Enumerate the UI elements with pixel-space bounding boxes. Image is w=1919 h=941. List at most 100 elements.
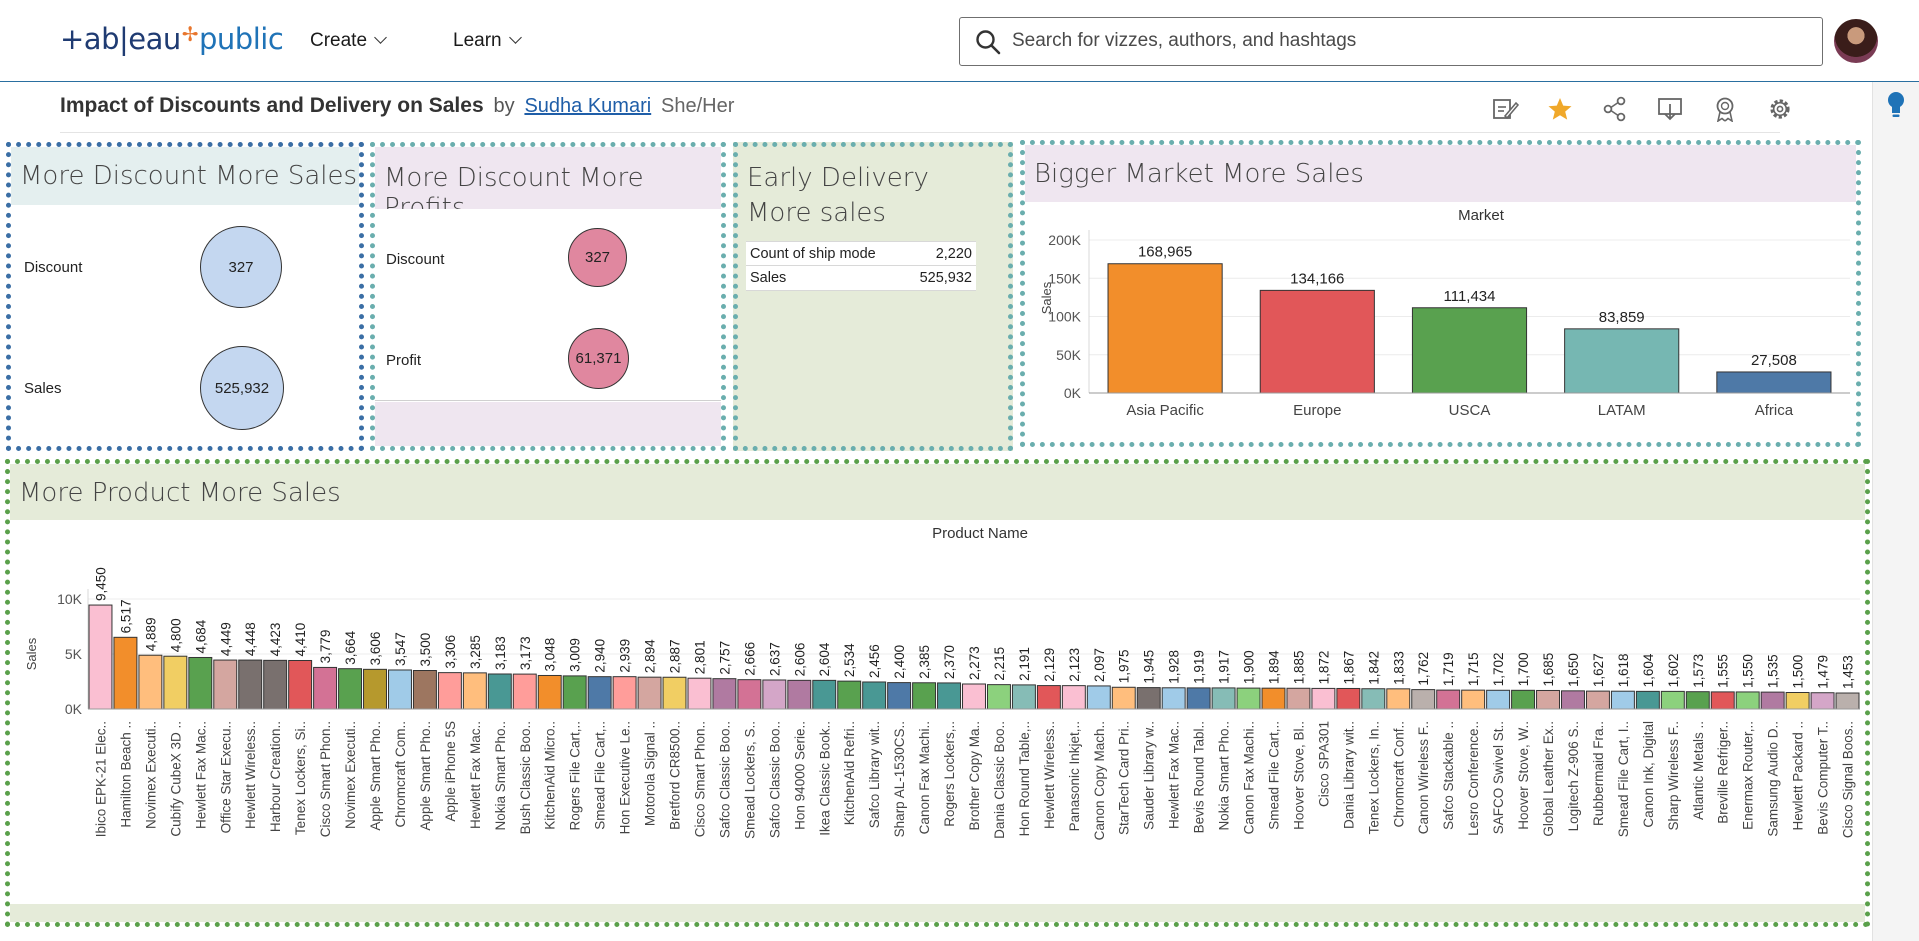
bar	[762, 679, 787, 710]
profit-circle: 61,371	[568, 328, 629, 389]
discount-value: 327	[584, 249, 611, 266]
category-label: Europe	[1293, 402, 1341, 419]
favorite-star-icon[interactable]	[1546, 96, 1574, 122]
chart-header: Market	[1458, 207, 1505, 224]
category-label: Bush Classic Boo..	[518, 721, 533, 834]
panel-product-sales: More Product More Sales Product Name Sale…	[5, 459, 1870, 927]
category-label: Nokia Smart Pho..	[493, 721, 508, 831]
nav-learn[interactable]: Learn	[453, 30, 522, 52]
search-box	[959, 17, 1823, 66]
download-icon[interactable]	[1656, 96, 1684, 122]
settings-icon[interactable]	[1766, 96, 1794, 122]
panel-footer	[375, 402, 721, 446]
category-label: Global Leather Ex..	[1541, 721, 1556, 837]
category-label: KitchenAid Micro..	[543, 721, 558, 830]
tableau-public-logo[interactable]: +ab|eau✢public	[60, 22, 284, 56]
market-sales-chart: MarketSales0K50K100K150K200K168,965Asia …	[1039, 207, 1850, 419]
bar	[113, 636, 138, 710]
panel-title: More Discount More Profits	[375, 147, 721, 223]
data-label: 2,757	[717, 641, 732, 675]
side-panel-strip	[1872, 82, 1919, 941]
category-label: Hon Executive Le..	[618, 721, 633, 834]
author-link[interactable]: Sudha Kumari	[524, 95, 651, 117]
data-label: 1,885	[1291, 650, 1306, 684]
bar	[138, 654, 163, 710]
nav-learn-label: Learn	[453, 30, 502, 51]
data-label: 168,965	[1138, 244, 1192, 261]
avatar[interactable]	[1834, 19, 1878, 63]
data-label: 1,975	[1117, 649, 1132, 683]
profit-label: Profit	[386, 352, 422, 369]
bar	[1136, 687, 1161, 710]
category-label: Safco Classic Boo..	[717, 721, 732, 838]
category-label: Hewlett Fax Mac..	[193, 721, 208, 829]
data-label: 1,535	[1766, 654, 1781, 688]
category-label: Canon Wireless F..	[1416, 721, 1431, 834]
row-label: Count of ship mode	[750, 246, 876, 262]
bar	[487, 673, 512, 710]
bar	[387, 669, 412, 710]
panel-title-line2: More sales	[747, 198, 886, 228]
bar	[712, 678, 737, 710]
data-label: 111,434	[1444, 288, 1496, 305]
profit-value: 61,371	[575, 350, 622, 367]
category-label: USCA	[1449, 402, 1491, 419]
data-label: 3,306	[443, 635, 458, 669]
data-label: 1,715	[1466, 652, 1481, 686]
bar	[1011, 684, 1036, 710]
y-tick-label: 200K	[1048, 232, 1081, 248]
category-label: Rubbermaid Fra..	[1591, 721, 1606, 826]
data-label: 4,448	[243, 622, 258, 656]
bar	[1564, 328, 1680, 394]
discount-label: Discount	[24, 259, 83, 276]
data-label: 2,129	[1042, 648, 1057, 682]
bar	[1386, 688, 1411, 710]
data-label: 1,573	[1691, 654, 1706, 688]
panel-title: More Product More Sales	[10, 464, 1865, 520]
bar	[213, 659, 238, 710]
bar	[1186, 687, 1211, 710]
logo-plus-icon: ✢	[181, 22, 199, 46]
viz-title: Impact of Discounts and Delivery on Sale…	[60, 94, 484, 117]
data-label: 1,928	[1167, 650, 1182, 684]
edit-icon[interactable]	[1491, 96, 1519, 122]
bar	[1810, 692, 1835, 710]
data-label: 1,945	[1142, 650, 1157, 684]
data-label: 3,285	[468, 635, 483, 669]
panel-market-sales: Bigger Market More Sales Market Sales 0K 50…	[1020, 140, 1861, 447]
share-icon[interactable]	[1601, 96, 1629, 122]
data-label: 2,637	[767, 642, 782, 676]
data-label: 1,650	[1566, 653, 1581, 687]
data-label: 3,500	[418, 633, 433, 667]
lightbulb-icon[interactable]	[1885, 90, 1907, 120]
data-label: 2,939	[618, 639, 633, 673]
data-label: 4,423	[268, 623, 283, 657]
category-label: Cisco SPA301	[1316, 721, 1331, 807]
discount-value: 327	[228, 258, 254, 276]
category-label: Cubify CubeX 3D ..	[168, 721, 183, 837]
bar	[887, 682, 912, 710]
data-label: 2,215	[992, 647, 1007, 681]
search-input[interactable]	[1012, 26, 1802, 56]
bar	[787, 679, 812, 710]
bar	[1610, 690, 1635, 710]
data-label: 2,666	[742, 642, 757, 676]
category-label: Smead File Cart, I..	[1616, 721, 1631, 837]
data-label: 3,173	[518, 636, 533, 670]
bar	[1086, 685, 1111, 710]
panel-early-delivery: Early Delivery More sales Count of ship …	[733, 142, 1013, 451]
bar	[1236, 687, 1261, 710]
bar	[1411, 689, 1436, 710]
bar	[163, 655, 188, 710]
bar	[812, 679, 837, 710]
category-label: Hon 94000 Serie..	[792, 721, 807, 830]
category-label: Nokia Smart Pho..	[1217, 721, 1232, 831]
data-label: 27,508	[1751, 352, 1797, 369]
badge-icon[interactable]	[1711, 96, 1739, 122]
category-label: Canon Copy Mach..	[1092, 721, 1107, 840]
bar	[1036, 685, 1061, 710]
data-label: 2,604	[817, 642, 832, 676]
y-tick-label: 10K	[57, 591, 83, 607]
nav-create[interactable]: Create	[310, 30, 387, 52]
bar	[1461, 689, 1486, 710]
